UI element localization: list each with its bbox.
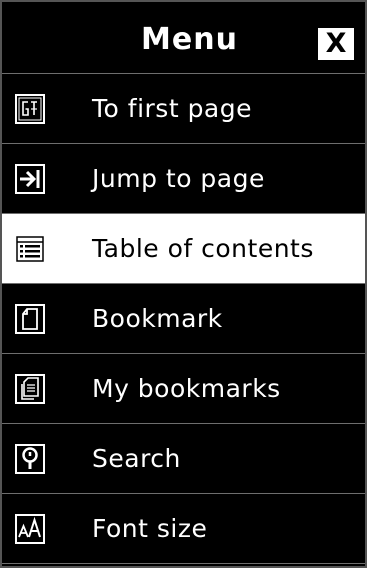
menu-item-label: Table of contents [92, 234, 314, 263]
table-of-contents-icon [15, 234, 45, 264]
menu-item-label: My bookmarks [92, 374, 281, 403]
menu-item-to-first-page[interactable]: To first page [2, 74, 365, 144]
menu-item-my-bookmarks[interactable]: My bookmarks [2, 354, 365, 424]
menu-item-label: Font size [92, 514, 208, 543]
menu-item-bookmark[interactable]: Bookmark [2, 284, 365, 354]
menu-item-label: To first page [92, 94, 253, 123]
jump-to-page-icon [15, 164, 45, 194]
menu-item-label: Search [92, 444, 181, 473]
menu-item-search[interactable]: Search [2, 424, 365, 494]
menu-header: Menu X [2, 2, 365, 74]
my-bookmarks-icon [15, 374, 45, 404]
menu-item-label: Bookmark [92, 304, 223, 333]
menu-item-label: Jump to page [92, 164, 265, 193]
menu-panel: Menu X To first page Jump to page Table … [0, 0, 367, 568]
menu-item-table-of-contents[interactable]: Table of contents [2, 214, 365, 284]
font-size-icon [15, 514, 45, 544]
search-icon [15, 444, 45, 474]
menu-item-font-size[interactable]: Font size [2, 494, 365, 564]
close-button[interactable]: X [316, 26, 356, 62]
menu-item-jump-to-page[interactable]: Jump to page [2, 144, 365, 214]
first-page-icon [15, 94, 45, 124]
menu-title: Menu [141, 22, 238, 57]
bookmark-icon [15, 304, 45, 334]
